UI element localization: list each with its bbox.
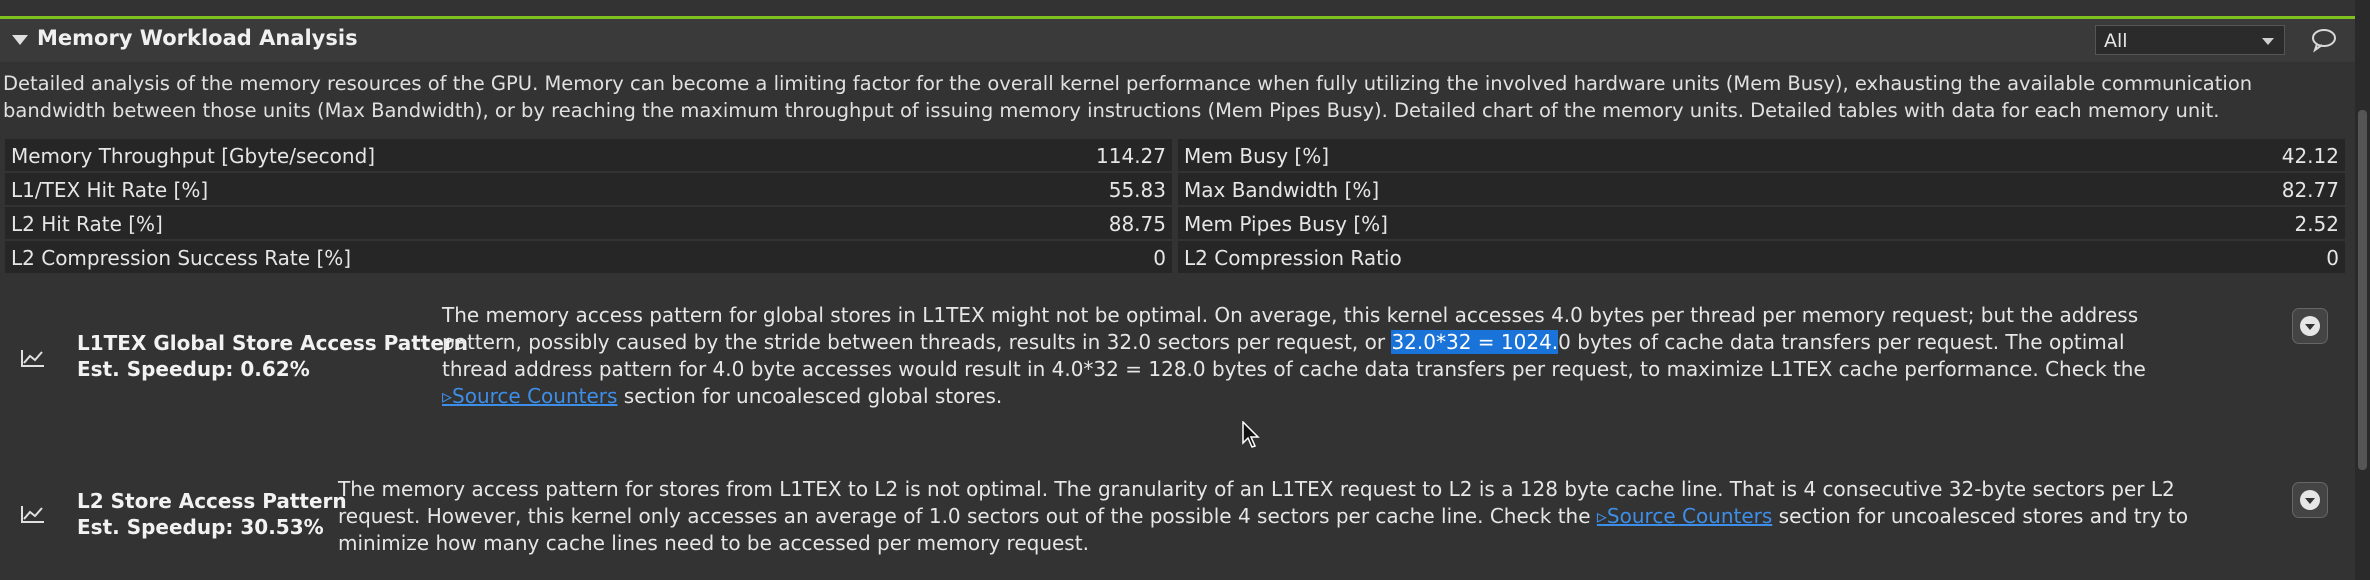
metric-cell: L2 Compression Ratio 0 xyxy=(1178,241,2345,273)
section-description: Detailed analysis of the memory resource… xyxy=(3,72,2253,122)
scrollbar-thumb[interactable] xyxy=(2358,110,2367,470)
metrics-row: L2 Compression Success Rate [%] 0 L2 Com… xyxy=(5,240,2345,274)
metric-label: L1/TEX Hit Rate [%] xyxy=(11,178,209,202)
metrics-row: L1/TEX Hit Rate [%] 55.83 Max Bandwidth … xyxy=(5,172,2345,206)
speech-bubble-icon[interactable] xyxy=(2310,27,2338,53)
metric-label: L2 Compression Ratio xyxy=(1184,246,1402,270)
source-counters-link[interactable]: ▹Source Counters xyxy=(1597,504,1772,528)
metric-label: Mem Pipes Busy [%] xyxy=(1184,212,1388,236)
section-header[interactable]: Memory Workload Analysis All xyxy=(0,19,2355,62)
metric-cell: L1/TEX Hit Rate [%] 55.83 xyxy=(5,173,1172,205)
rule-speedup: Est. Speedup: 0.62% xyxy=(77,357,310,381)
metric-value: 0 xyxy=(1153,246,1166,270)
rule-l2-store: L2 Store Access Pattern Est. Speedup: 30… xyxy=(0,474,2355,574)
metric-cell: Max Bandwidth [%] 82.77 xyxy=(1178,173,2345,205)
metrics-row: L2 Hit Rate [%] 88.75 Mem Pipes Busy [%]… xyxy=(5,206,2345,240)
rule-l1tex-global-store: L1TEX Global Store Access Pattern Est. S… xyxy=(0,300,2355,420)
source-counters-link[interactable]: ▹Source Counters xyxy=(442,384,617,408)
mouse-pointer-icon xyxy=(1242,421,1260,448)
metric-cell: Memory Throughput [Gbyte/second] 114.27 xyxy=(5,139,1172,171)
metric-label: Mem Busy [%] xyxy=(1184,144,1330,168)
selected-text: 32.0*32 = 1024. xyxy=(1391,330,1559,354)
rule-title: L2 Store Access Pattern xyxy=(77,489,347,513)
section-title: Memory Workload Analysis xyxy=(37,26,358,50)
metric-value: 0 xyxy=(2326,246,2339,270)
metric-cell: L2 Compression Success Rate [%] 0 xyxy=(5,241,1172,273)
metric-label: Max Bandwidth [%] xyxy=(1184,178,1380,202)
rule-speedup: Est. Speedup: 30.53% xyxy=(77,515,324,539)
rule-body: The memory access pattern for global sto… xyxy=(442,302,2182,410)
line-chart-icon xyxy=(21,506,44,523)
metric-value: 42.12 xyxy=(2281,144,2339,168)
metric-label: Memory Throughput [Gbyte/second] xyxy=(11,144,376,168)
metric-value: 88.75 xyxy=(1108,212,1166,236)
metrics-table: Memory Throughput [Gbyte/second] 114.27 … xyxy=(5,138,2345,274)
line-chart-icon xyxy=(21,350,44,367)
metric-value: 55.83 xyxy=(1108,178,1166,202)
metric-label: L2 Hit Rate [%] xyxy=(11,212,163,236)
metric-label: L2 Compression Success Rate [%] xyxy=(11,246,352,270)
rule-body: The memory access pattern for stores fro… xyxy=(338,476,2228,557)
metric-value: 114.27 xyxy=(1096,144,1166,168)
expand-circle-icon[interactable] xyxy=(2292,482,2328,518)
metric-value: 82.77 xyxy=(2281,178,2339,202)
filter-dropdown[interactable]: All xyxy=(2095,25,2285,55)
collapse-triangle-icon[interactable] xyxy=(12,35,28,45)
chevron-down-icon xyxy=(2262,38,2274,45)
rule-body-text: section for uncoalesced global stores. xyxy=(617,384,1003,408)
filter-value: All xyxy=(2104,30,2128,52)
metric-cell: Mem Pipes Busy [%] 2.52 xyxy=(1178,207,2345,239)
metrics-row: Memory Throughput [Gbyte/second] 114.27 … xyxy=(5,138,2345,172)
expand-circle-icon[interactable] xyxy=(2292,308,2328,344)
metric-value: 2.52 xyxy=(2294,212,2339,236)
vertical-scrollbar[interactable] xyxy=(2355,0,2370,580)
metric-cell: L2 Hit Rate [%] 88.75 xyxy=(5,207,1172,239)
metric-cell: Mem Busy [%] 42.12 xyxy=(1178,139,2345,171)
rule-title: L1TEX Global Store Access Pattern xyxy=(77,331,469,355)
